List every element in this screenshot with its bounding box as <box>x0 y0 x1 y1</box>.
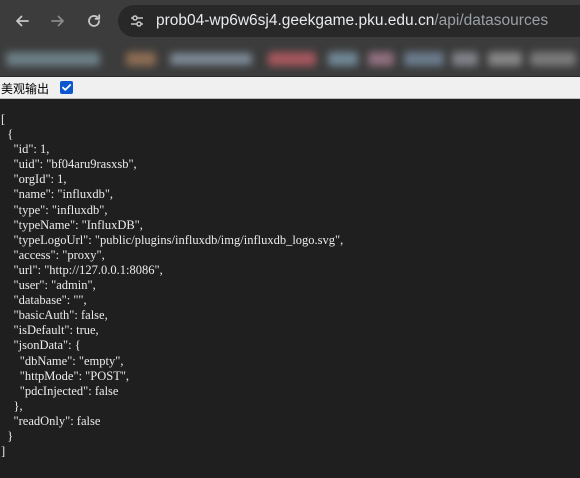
json-line: [ <box>1 112 6 126</box>
json-line: "isDefault": true, <box>1 323 99 338</box>
bookmark-item[interactable] <box>6 52 100 66</box>
json-line: "pdcInjected": false <box>1 383 119 398</box>
json-line: "uid": "bf04aru9rasxsb", <box>1 157 137 172</box>
json-line: "typeName": "InfluxDB", <box>1 217 143 232</box>
forward-button[interactable] <box>46 9 70 33</box>
json-line: { <box>1 127 14 142</box>
site-info-button[interactable] <box>126 10 148 32</box>
bookmark-item[interactable] <box>530 52 576 66</box>
arrow-left-icon <box>16 15 29 27</box>
url-path: /api/datasources <box>434 12 549 29</box>
json-line: "jsonData": { <box>1 338 81 353</box>
back-button[interactable] <box>10 9 34 33</box>
json-viewer: [ { "id": 1, "uid": "bf04aru9rasxsb", "o… <box>0 99 580 478</box>
bookmark-item[interactable] <box>328 52 358 66</box>
arrow-right-icon <box>51 15 64 27</box>
json-line: "orgId": 1, <box>1 172 67 187</box>
json-line: "typeLogoUrl": "public/plugins/influxdb/… <box>1 232 344 247</box>
json-line: "basicAuth": false, <box>1 308 108 323</box>
bookmark-item[interactable] <box>488 52 522 66</box>
json-line: "httpMode": "POST", <box>1 368 130 383</box>
url-host: prob04-wp6w6sj4.geekgame.pku.edu.cn <box>156 12 435 29</box>
json-line: ] <box>1 444 6 459</box>
json-line: "user": "admin", <box>1 278 96 293</box>
bookmarks-bar <box>0 42 580 77</box>
bookmark-item[interactable] <box>126 52 156 66</box>
json-line: "database": "", <box>1 293 87 308</box>
json-body: [ { "id": 1, "uid": "bf04aru9rasxsb", "o… <box>0 99 580 459</box>
json-line: "name": "influxdb", <box>1 187 114 202</box>
address-bar[interactable]: prob04-wp6w6sj4.geekgame.pku.edu.cn/api/… <box>118 5 580 37</box>
pretty-print-label[interactable]: 美观输出 <box>1 80 49 97</box>
reload-button[interactable] <box>82 9 106 33</box>
checkmark-icon <box>62 84 72 91</box>
pretty-print-bar: 美观输出 <box>0 77 580 99</box>
json-line: "url": "http://127.0.0.1:8086", <box>1 262 163 277</box>
bookmark-item[interactable] <box>452 52 478 66</box>
browser-toolbar: prob04-wp6w6sj4.geekgame.pku.edu.cn/api/… <box>0 0 580 42</box>
json-line: "access": "proxy", <box>1 247 105 262</box>
bookmark-item[interactable] <box>268 52 316 66</box>
tune-icon <box>131 15 143 27</box>
json-line: }, <box>1 398 23 413</box>
pretty-print-checkbox[interactable] <box>60 81 73 94</box>
json-line: "id": 1, <box>1 142 50 157</box>
address-url[interactable]: prob04-wp6w6sj4.geekgame.pku.edu.cn/api/… <box>156 12 548 30</box>
json-line: "type": "influxdb", <box>1 202 108 217</box>
json-line: "dbName": "empty", <box>1 353 124 368</box>
bookmark-item[interactable] <box>404 52 444 66</box>
json-line: "readOnly": false <box>1 413 101 428</box>
bookmark-item[interactable] <box>170 53 252 65</box>
bookmark-item[interactable] <box>368 52 394 66</box>
reload-icon <box>88 14 101 27</box>
json-line: } <box>1 428 14 443</box>
